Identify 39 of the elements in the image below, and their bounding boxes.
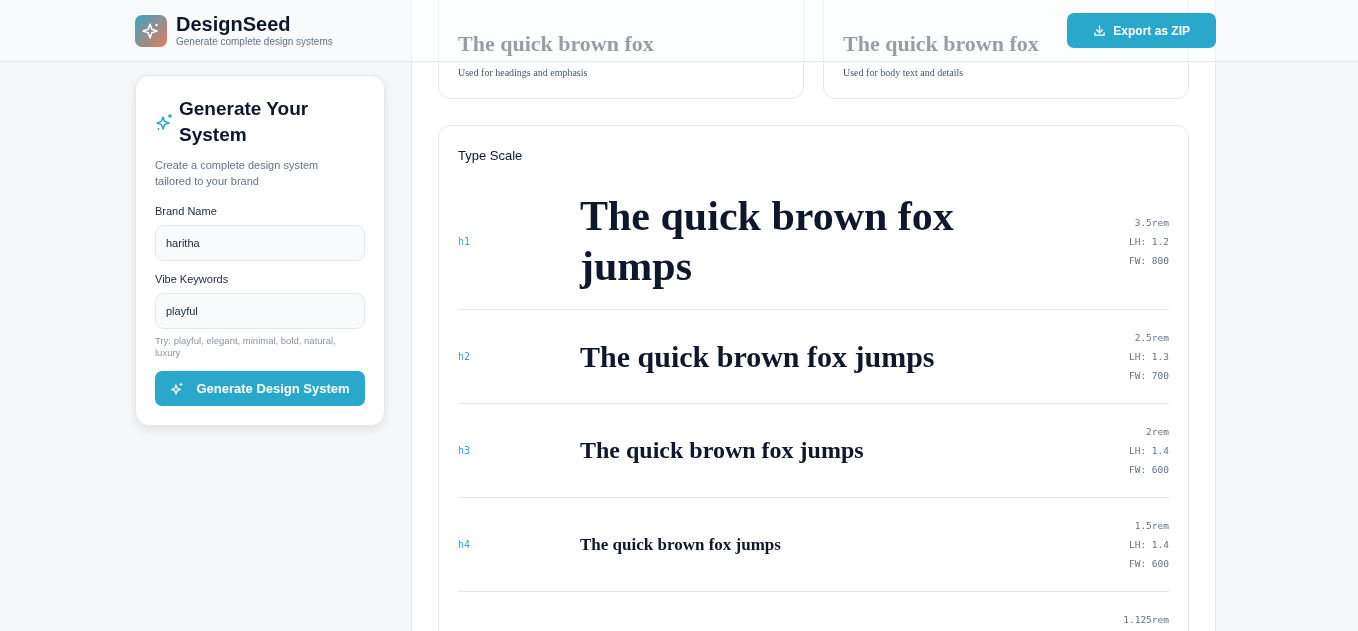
field-label: Brand Name — [155, 205, 218, 217]
font-size-value: 2rem — [1146, 425, 1169, 439]
font-weight-value: FW: 600 — [1128, 557, 1169, 571]
panel-description: Create a complete design system tailored to your brand — [155, 158, 320, 189]
font-sample: The quick brown fox — [458, 30, 654, 58]
font-weight-value: FW: 800 — [1128, 253, 1169, 268]
section-title: Type Scale — [458, 148, 524, 163]
font-size-value: 1.5rem — [1134, 519, 1169, 533]
input-field[interactable]: haritha — [155, 225, 365, 261]
panel-title: Generate Your System — [179, 97, 310, 147]
sparkle-icon — [170, 381, 185, 396]
tag-label: h3 — [458, 445, 471, 456]
font-description: Used for body text and details — [843, 67, 965, 78]
type-sample: The quick brown fox jumps — [580, 534, 781, 554]
type-sample: The quick brown fox jumps — [580, 437, 864, 463]
tag-label: h2 — [458, 351, 471, 362]
input-field[interactable]: playful — [155, 293, 365, 329]
field-hint: Try: playful, elegant, minimal, bold, natural, luxury — [155, 335, 337, 359]
font-weight-value: FW: 600 — [1128, 463, 1169, 477]
tag-label: h1 — [458, 235, 471, 247]
line-height-value: LH: 1.4 — [1128, 444, 1169, 458]
line-height-value: LH: 1.4 — [1128, 538, 1169, 552]
font-description: Used for headings and emphasis — [458, 67, 589, 78]
field-label: Vibe Keywords — [155, 273, 230, 285]
app-title: DesignSeed — [176, 13, 292, 35]
font-size-value: 1.125rem — [1123, 613, 1169, 627]
app-subtitle: Generate complete design systems — [176, 35, 333, 48]
type-sample: The quick brown fox jumps — [580, 339, 935, 373]
type-sample: The quick brown fox jumps — [580, 193, 954, 289]
font-weight-value: FW: 700 — [1128, 369, 1169, 383]
line-height-value: LH: 1.2 — [1128, 234, 1169, 249]
sparkle-icon — [155, 112, 175, 132]
font-size-value: 3.5rem — [1134, 215, 1169, 230]
font-size-value: 2.5rem — [1134, 331, 1169, 345]
font-sample: The quick brown fox — [843, 30, 1039, 58]
tag-label: h4 — [458, 539, 471, 550]
download-icon — [1093, 24, 1107, 37]
sparkle-logo-icon — [135, 14, 167, 47]
line-height-value: LH: 1.3 — [1128, 350, 1169, 364]
